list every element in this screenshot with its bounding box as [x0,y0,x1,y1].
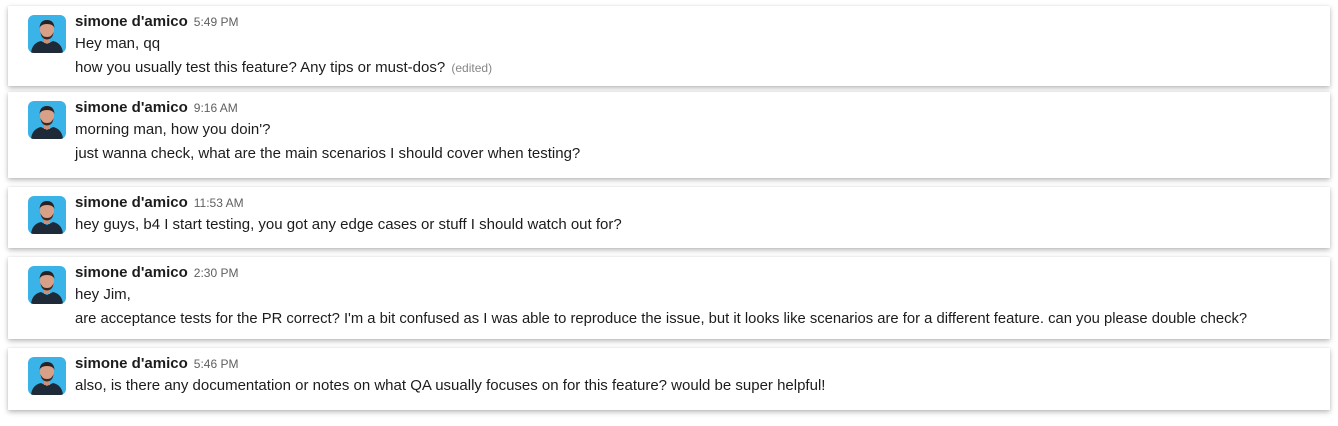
message-text-line: how you usually test this feature? Any t… [75,56,1318,80]
message-text: also, is there any documentation or note… [75,377,826,394]
user-avatar-icon [28,101,66,139]
timestamp[interactable]: 5:49 PM [194,15,239,29]
sender-name[interactable]: simone d'amico [75,194,188,211]
timestamp[interactable]: 11:53 AM [194,196,244,210]
message-text: morning man, how you doin'? [75,121,271,138]
message-header: simone d'amico 5:46 PM [75,354,1318,374]
message-header: simone d'amico 11:53 AM [75,193,1318,213]
avatar[interactable] [28,101,66,139]
user-avatar-icon [28,266,66,304]
message-text: just wanna check, what are the main scen… [75,145,581,162]
message-content: simone d'amico 11:53 AM hey guys, b4 I st… [75,193,1318,237]
message-card: simone d'amico 5:49 PM Hey man, qq how yo… [8,6,1330,86]
message-content: simone d'amico 5:46 PM also, is there any… [75,354,1318,398]
message-card: simone d'amico 9:16 AM morning man, how y… [8,92,1330,178]
sender-name[interactable]: simone d'amico [75,355,188,372]
timestamp[interactable]: 9:16 AM [194,101,238,115]
message-content: simone d'amico 2:30 PM hey Jim, are accep… [75,263,1318,331]
message-text: Hey man, qq [75,35,161,52]
avatar[interactable] [28,266,66,304]
message-header: simone d'amico 2:30 PM [75,263,1318,283]
message-text: how you usually test this feature? Any t… [75,59,446,76]
message-text: hey guys, b4 I start testing, you got an… [75,216,622,233]
message-card: simone d'amico 11:53 AM hey guys, b4 I st… [8,187,1330,248]
message-text: are acceptance tests for the PR correct?… [75,311,1248,327]
message-card: simone d'amico 5:46 PM also, is there any… [8,348,1330,410]
avatar[interactable] [28,15,66,53]
timestamp[interactable]: 2:30 PM [194,266,239,280]
edited-label: (edited) [451,61,493,75]
sender-name[interactable]: simone d'amico [75,13,188,30]
avatar[interactable] [28,196,66,234]
message-content: simone d'amico 5:49 PM Hey man, qq how yo… [75,12,1318,80]
timestamp[interactable]: 5:46 PM [194,357,239,371]
user-avatar-icon [28,15,66,53]
message-content: simone d'amico 9:16 AM morning man, how y… [75,98,1318,166]
avatar[interactable] [28,357,66,395]
message-header: simone d'amico 5:49 PM [75,12,1318,32]
user-avatar-icon [28,196,66,234]
message-header: simone d'amico 9:16 AM [75,98,1318,118]
user-avatar-icon [28,357,66,395]
message-text: hey Jim, [75,286,131,303]
sender-name[interactable]: simone d'amico [75,264,188,281]
sender-name[interactable]: simone d'amico [75,99,188,116]
message-card: simone d'amico 2:30 PM hey Jim, are accep… [8,257,1330,339]
